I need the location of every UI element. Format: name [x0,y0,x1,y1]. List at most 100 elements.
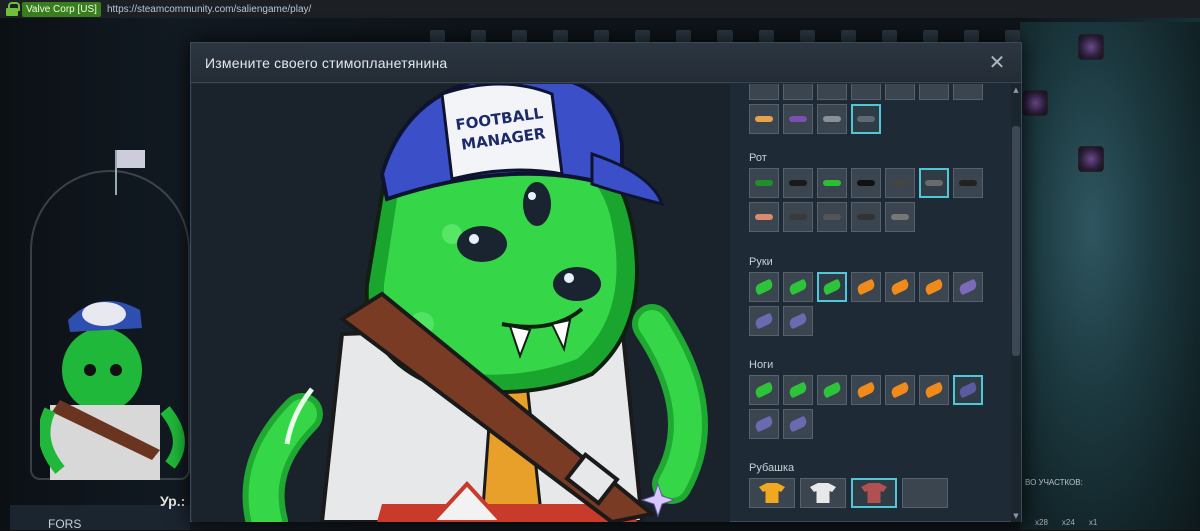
mouth-item-icon [823,214,841,220]
item-slot[interactable] [953,84,983,100]
legs-item-slot[interactable] [783,375,813,405]
scroll-down-icon[interactable]: ▼ [1012,512,1020,520]
legs-item-icon [753,381,775,399]
hands-item-slot[interactable] [749,272,779,302]
hands-item-slot[interactable] [817,272,847,302]
mouth-item-slot[interactable] [783,168,813,198]
scroll-thumb[interactable] [1012,126,1020,356]
shirt-item-slot[interactable] [749,478,795,508]
top-item-icon [823,116,841,122]
item-slot[interactable] [783,84,813,100]
top-item-slot[interactable] [851,104,881,134]
planet-map[interactable] [1020,22,1200,530]
legs-item-slot[interactable] [749,409,779,439]
shirt-item-slot[interactable] [800,478,846,508]
mouth-item-slot[interactable] [783,202,813,232]
hands-item-slot[interactable] [885,272,915,302]
mouth-item-icon [755,180,773,186]
ev-certificate-badge[interactable]: Valve Corp [US] [22,1,101,17]
item-slot[interactable] [817,84,847,100]
mouth-item-slot[interactable] [817,168,847,198]
legs-item-icon [787,415,809,433]
hands-item-icon [787,312,809,330]
hands-item-icon [821,278,843,296]
top-item-icon [789,116,807,122]
panel-scrollbar[interactable]: ▲ ▼ [1011,84,1021,522]
hands-item-icon [889,278,911,296]
shirt-item-slot[interactable] [851,478,897,508]
item-slot[interactable] [885,84,915,100]
mouth-item-slot[interactable] [749,202,779,232]
modal-title: Измените своего стимопланетянина [205,55,448,71]
mouth-item-slot[interactable] [851,168,881,198]
legs-item-slot[interactable] [817,375,847,405]
mouth-item-icon [959,180,977,186]
section-hands: Руки [749,256,989,336]
mouth-item-slot[interactable] [749,168,779,198]
hands-item-icon [923,278,945,296]
legs-item-slot[interactable] [919,375,949,405]
top-item-slot[interactable] [749,104,779,134]
avatar-preview: FOOTBALL MANAGER [192,84,730,522]
legs-item-icon [787,381,809,399]
shirt-item-slot[interactable] [902,478,948,508]
hands-items-grid [749,272,989,336]
level-label: Ур.: [160,493,186,509]
item-slot[interactable] [851,84,881,100]
legs-item-slot[interactable] [885,375,915,405]
mouth-item-slot[interactable] [817,202,847,232]
legs-item-slot[interactable] [783,409,813,439]
legs-item-icon [923,381,945,399]
hands-item-slot[interactable] [851,272,881,302]
mouth-item-icon [891,180,909,186]
map-zone-tile[interactable] [1078,34,1104,60]
section-label-mouth: Рот [749,152,767,164]
hands-item-icon [753,278,775,296]
scroll-up-icon[interactable]: ▲ [1012,86,1020,94]
hands-item-slot[interactable] [749,306,779,336]
hands-item-slot[interactable] [919,272,949,302]
top-items-grid [749,104,989,134]
legs-item-icon [855,381,877,399]
shirt-item-icon [810,483,836,503]
hands-item-slot[interactable] [783,306,813,336]
hands-item-slot[interactable] [783,272,813,302]
legs-item-icon [957,381,979,399]
hands-item-icon [753,312,775,330]
section-label-shirt: Рубашка [749,462,795,474]
participants-label: ВО УЧАСТКОВ: [1025,478,1083,487]
item-slot[interactable] [919,84,949,100]
top-item-icon [755,116,773,122]
participant-counts: x28 x24 x1 [1035,518,1097,527]
customization-panel[interactable]: Рот Руки Ноги Рубашка [749,84,1011,522]
mouth-item-icon [789,214,807,220]
legs-item-icon [821,381,843,399]
shirt-item-icon [759,483,785,503]
mouth-item-slot[interactable] [885,168,915,198]
mouth-item-slot[interactable] [919,168,949,198]
legs-item-slot[interactable] [749,375,779,405]
mouth-item-icon [789,180,807,186]
top-item-slot[interactable] [783,104,813,134]
browser-address-bar: Valve Corp [US] https://steamcommunity.c… [0,0,1200,18]
map-zone-tile[interactable] [1078,146,1104,172]
shirt-item-icon [912,483,938,503]
hands-item-icon [855,278,877,296]
legs-item-slot[interactable] [953,375,983,405]
mouth-item-slot[interactable] [851,202,881,232]
hands-item-slot[interactable] [953,272,983,302]
map-zone-tile[interactable] [1022,90,1048,116]
legs-item-icon [753,415,775,433]
address-url[interactable]: https://steamcommunity.com/saliengame/pl… [107,4,311,15]
legs-item-slot[interactable] [851,375,881,405]
mouth-item-icon [755,214,773,220]
mouth-item-slot[interactable] [953,168,983,198]
item-slot[interactable] [749,84,779,100]
section-legs: Ноги [749,359,989,439]
close-icon[interactable]: ✕ [987,51,1007,73]
mouth-item-slot[interactable] [885,202,915,232]
count: x28 [1035,518,1048,527]
section-label-hands: Руки [749,256,773,268]
left-eye [457,226,507,262]
top-item-slot[interactable] [817,104,847,134]
